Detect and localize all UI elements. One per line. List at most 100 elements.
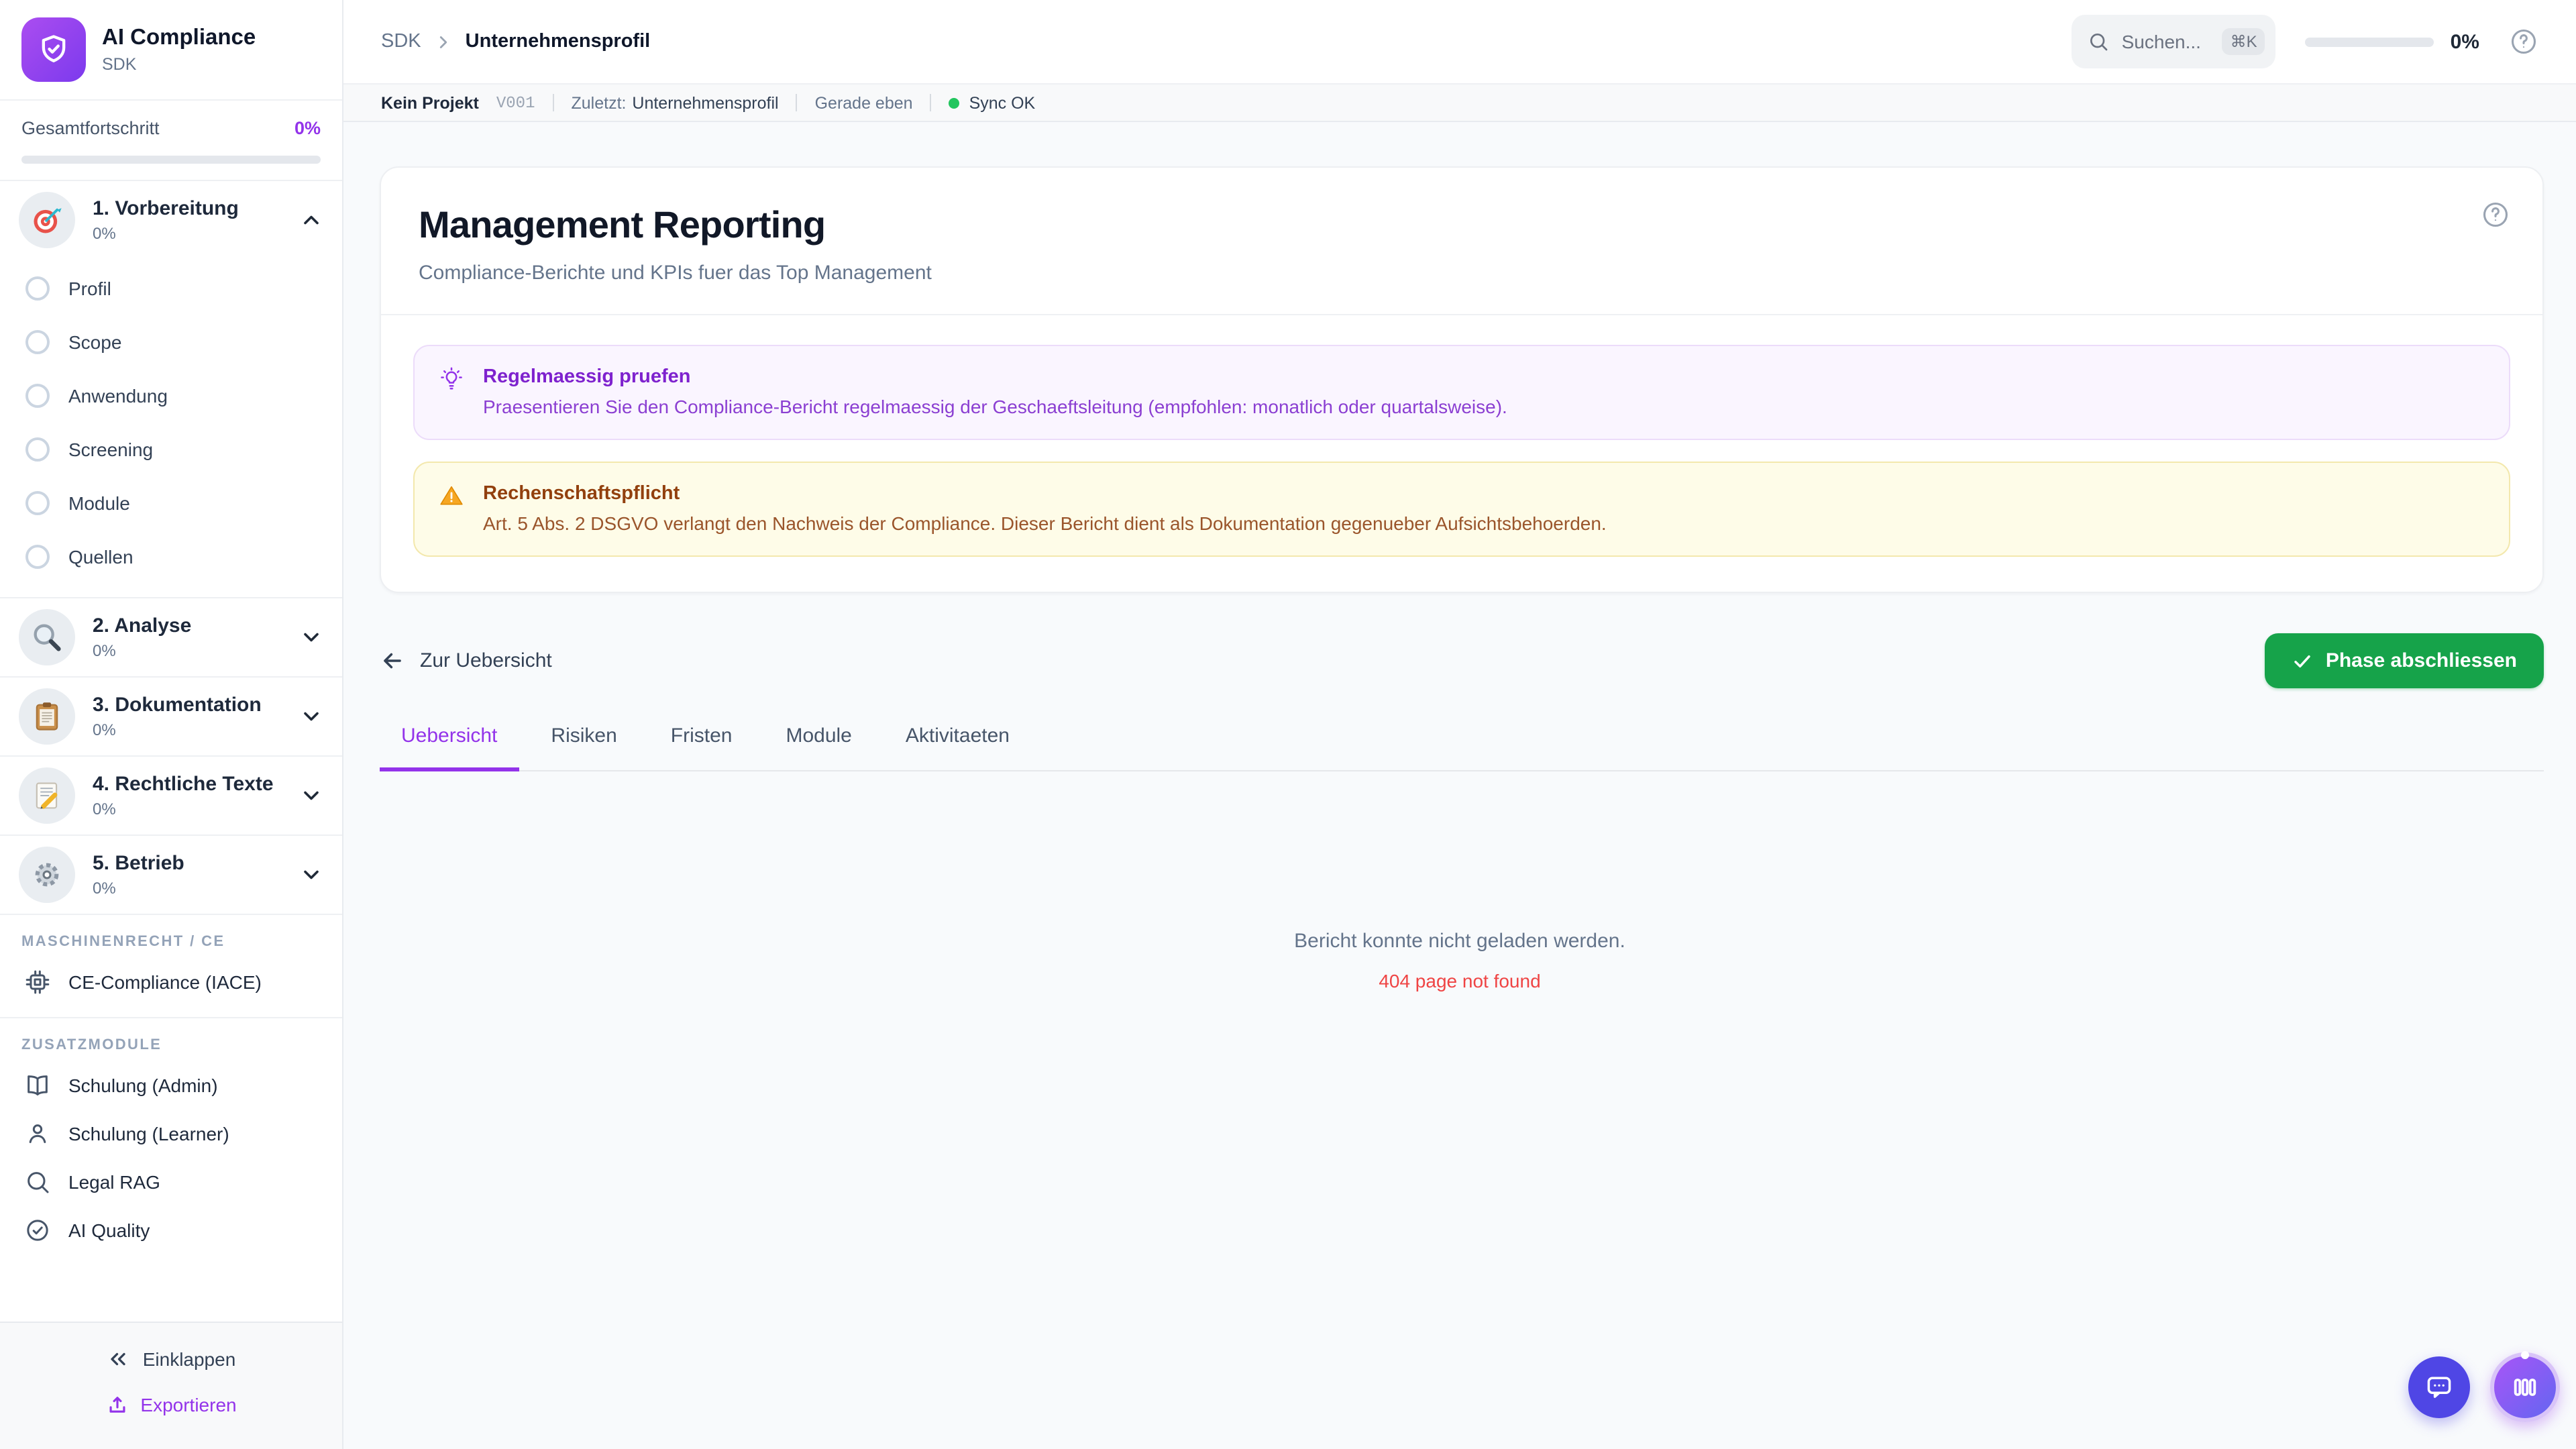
phase-label: 3. Dokumentation xyxy=(93,694,262,717)
divider xyxy=(796,94,798,111)
tab-uebersicht[interactable]: Uebersicht xyxy=(380,724,519,772)
warning-callout: Rechenschaftspflicht Art. 5 Abs. 2 DSGVO… xyxy=(413,462,2510,557)
sidebar-item-quellen[interactable]: Quellen xyxy=(0,530,342,584)
floating-action-buttons xyxy=(2408,1351,2560,1422)
chat-fab-button[interactable] xyxy=(2408,1356,2470,1418)
app-subtitle: SDK xyxy=(102,54,137,74)
step-status-icon xyxy=(25,545,50,569)
topbar-progress-value: 0% xyxy=(2450,30,2479,53)
search-icon xyxy=(2088,31,2110,52)
sidebar-item-ce-compliance[interactable]: CE-Compliance (IACE) xyxy=(0,958,342,1006)
sidebar-item-legal-rag[interactable]: Legal RAG xyxy=(0,1158,342,1206)
error-message-block: Bericht konnte nicht geladen werden. 404… xyxy=(343,930,2576,991)
book-icon xyxy=(24,1072,51,1099)
chevron-down-icon xyxy=(299,863,323,887)
sidebar-phase-vorbereitung[interactable]: 1. Vorbereitung 0% xyxy=(0,181,342,259)
overall-progress: Gesamtfortschritt 0% xyxy=(0,101,342,180)
tab-bar: Uebersicht Risiken Fristen Module Aktivi… xyxy=(380,724,2544,772)
user-icon xyxy=(24,1120,51,1147)
sidebar-phase-rechtliche-texte[interactable]: 4. Rechtliche Texte 0% xyxy=(0,757,342,835)
step-status-icon xyxy=(25,491,50,515)
phase-label: 4. Rechtliche Texte xyxy=(93,773,274,796)
search-input[interactable]: Suchen... ⌘K xyxy=(2072,15,2276,68)
overall-progress-label: Gesamtfortschritt xyxy=(21,118,160,138)
phase-percent: 0% xyxy=(93,878,116,898)
target-icon xyxy=(19,192,75,248)
sync-ok-dot-icon xyxy=(949,97,960,108)
sidebar-phase-dokumentation[interactable]: 3. Dokumentation 0% xyxy=(0,678,342,755)
lightbulb-icon xyxy=(439,366,464,421)
project-status: Kein Projekt xyxy=(381,93,479,112)
error-primary-text: Bericht konnte nicht geladen werden. xyxy=(1294,930,1625,953)
app-window: AI Compliance SDK Gesamtfortschritt 0% 1… xyxy=(0,0,2576,1449)
back-to-overview-link[interactable]: Zur Uebersicht xyxy=(380,648,552,674)
phase-label: 2. Analyse xyxy=(93,614,192,638)
phase-percent: 0% xyxy=(93,223,116,243)
info-callout-body: Praesentieren Sie den Compliance-Bericht… xyxy=(483,396,1507,418)
actions-row: Zur Uebersicht Phase abschliessen xyxy=(380,633,2544,689)
sidebar-phase-analyse[interactable]: 2. Analyse 0% xyxy=(0,598,342,676)
chat-bubble-icon xyxy=(2424,1373,2454,1402)
search-placeholder: Suchen... xyxy=(2121,31,2201,52)
double-chevron-left-icon xyxy=(107,1347,131,1371)
step-status-icon xyxy=(25,437,50,462)
overall-progress-bar xyxy=(21,156,321,164)
page-content: Management Reporting Compliance-Berichte… xyxy=(343,122,2576,1449)
card-help-icon[interactable] xyxy=(2481,200,2510,229)
sidebar-item-schulung-admin[interactable]: Schulung (Admin) xyxy=(0,1061,342,1110)
app-header: AI Compliance SDK xyxy=(0,0,342,101)
tab-fristen[interactable]: Fristen xyxy=(649,724,754,771)
sidebar-item-module[interactable]: Module xyxy=(0,476,342,530)
sidebar: AI Compliance SDK Gesamtfortschritt 0% 1… xyxy=(0,0,343,1449)
sidebar-phase-betrieb[interactable]: 5. Betrieb 0% xyxy=(0,836,342,914)
warning-callout-body: Art. 5 Abs. 2 DSGVO verlangt den Nachwei… xyxy=(483,513,1607,535)
gear-icon xyxy=(19,847,75,903)
sidebar-item-scope[interactable]: Scope xyxy=(0,315,342,369)
sidebar-item-profil[interactable]: Profil xyxy=(0,262,342,315)
phase-percent: 0% xyxy=(93,799,116,818)
tab-risiken[interactable]: Risiken xyxy=(529,724,638,771)
status-bar: Kein Projekt V001 Zuletzt: Unternehmensp… xyxy=(343,83,2576,122)
divider xyxy=(930,94,932,111)
overall-progress-value: 0% xyxy=(294,118,321,138)
sidebar-item-ai-quality[interactable]: AI Quality xyxy=(0,1206,342,1254)
arrow-left-icon xyxy=(380,648,405,674)
section-heading-maschinenrecht: MASCHINENRECHT / CE xyxy=(21,934,225,950)
chip-icon xyxy=(24,969,51,996)
main-area: SDK Unternehmensprofil Suchen... ⌘K 0% K… xyxy=(343,0,2576,1449)
phase-label: 5. Betrieb xyxy=(93,852,184,875)
topbar: SDK Unternehmensprofil Suchen... ⌘K 0% xyxy=(343,0,2576,83)
breadcrumb-sdk[interactable]: SDK xyxy=(381,31,421,52)
last-edited-time: Gerade eben xyxy=(814,93,913,112)
topbar-progress-bar xyxy=(2305,37,2434,46)
memo-pencil-icon xyxy=(19,767,75,824)
sidebar-footer: Einklappen Exportieren xyxy=(0,1322,342,1449)
phase-subitems: Profil Scope Anwendung Screening Module … xyxy=(0,259,342,597)
upload-icon xyxy=(105,1393,128,1416)
tab-aktivitaeten[interactable]: Aktivitaeten xyxy=(884,724,1031,771)
check-circle-icon xyxy=(24,1217,51,1244)
warning-callout-title: Rechenschaftspflicht xyxy=(483,483,680,505)
chevron-right-icon xyxy=(433,32,453,52)
check-icon xyxy=(2292,650,2314,672)
columns-panel-fab-button[interactable] xyxy=(2490,1351,2560,1422)
phase-label: 1. Vorbereitung xyxy=(93,197,239,221)
error-secondary-text: 404 page not found xyxy=(1379,970,1541,992)
sidebar-item-screening[interactable]: Screening xyxy=(0,423,342,476)
sidebar-item-anwendung[interactable]: Anwendung xyxy=(0,369,342,423)
export-button[interactable]: Exportieren xyxy=(105,1382,237,1428)
step-status-icon xyxy=(25,276,50,301)
collapse-sidebar-button[interactable]: Einklappen xyxy=(107,1336,235,1382)
complete-phase-button[interactable]: Phase abschliessen xyxy=(2265,633,2544,689)
clipboard-icon xyxy=(19,688,75,745)
step-status-icon xyxy=(25,384,50,408)
sidebar-item-schulung-learner[interactable]: Schulung (Learner) xyxy=(0,1110,342,1158)
phase-percent: 0% xyxy=(93,720,116,739)
chevron-down-icon xyxy=(299,784,323,808)
help-icon[interactable] xyxy=(2509,27,2538,56)
report-header-card: Management Reporting Compliance-Berichte… xyxy=(380,166,2544,594)
shield-check-logo-icon xyxy=(21,17,86,82)
tab-module[interactable]: Module xyxy=(764,724,873,771)
page-subtitle: Compliance-Berichte und KPIs fuer das To… xyxy=(419,262,932,284)
breadcrumb-current: Unternehmensprofil xyxy=(465,31,651,52)
